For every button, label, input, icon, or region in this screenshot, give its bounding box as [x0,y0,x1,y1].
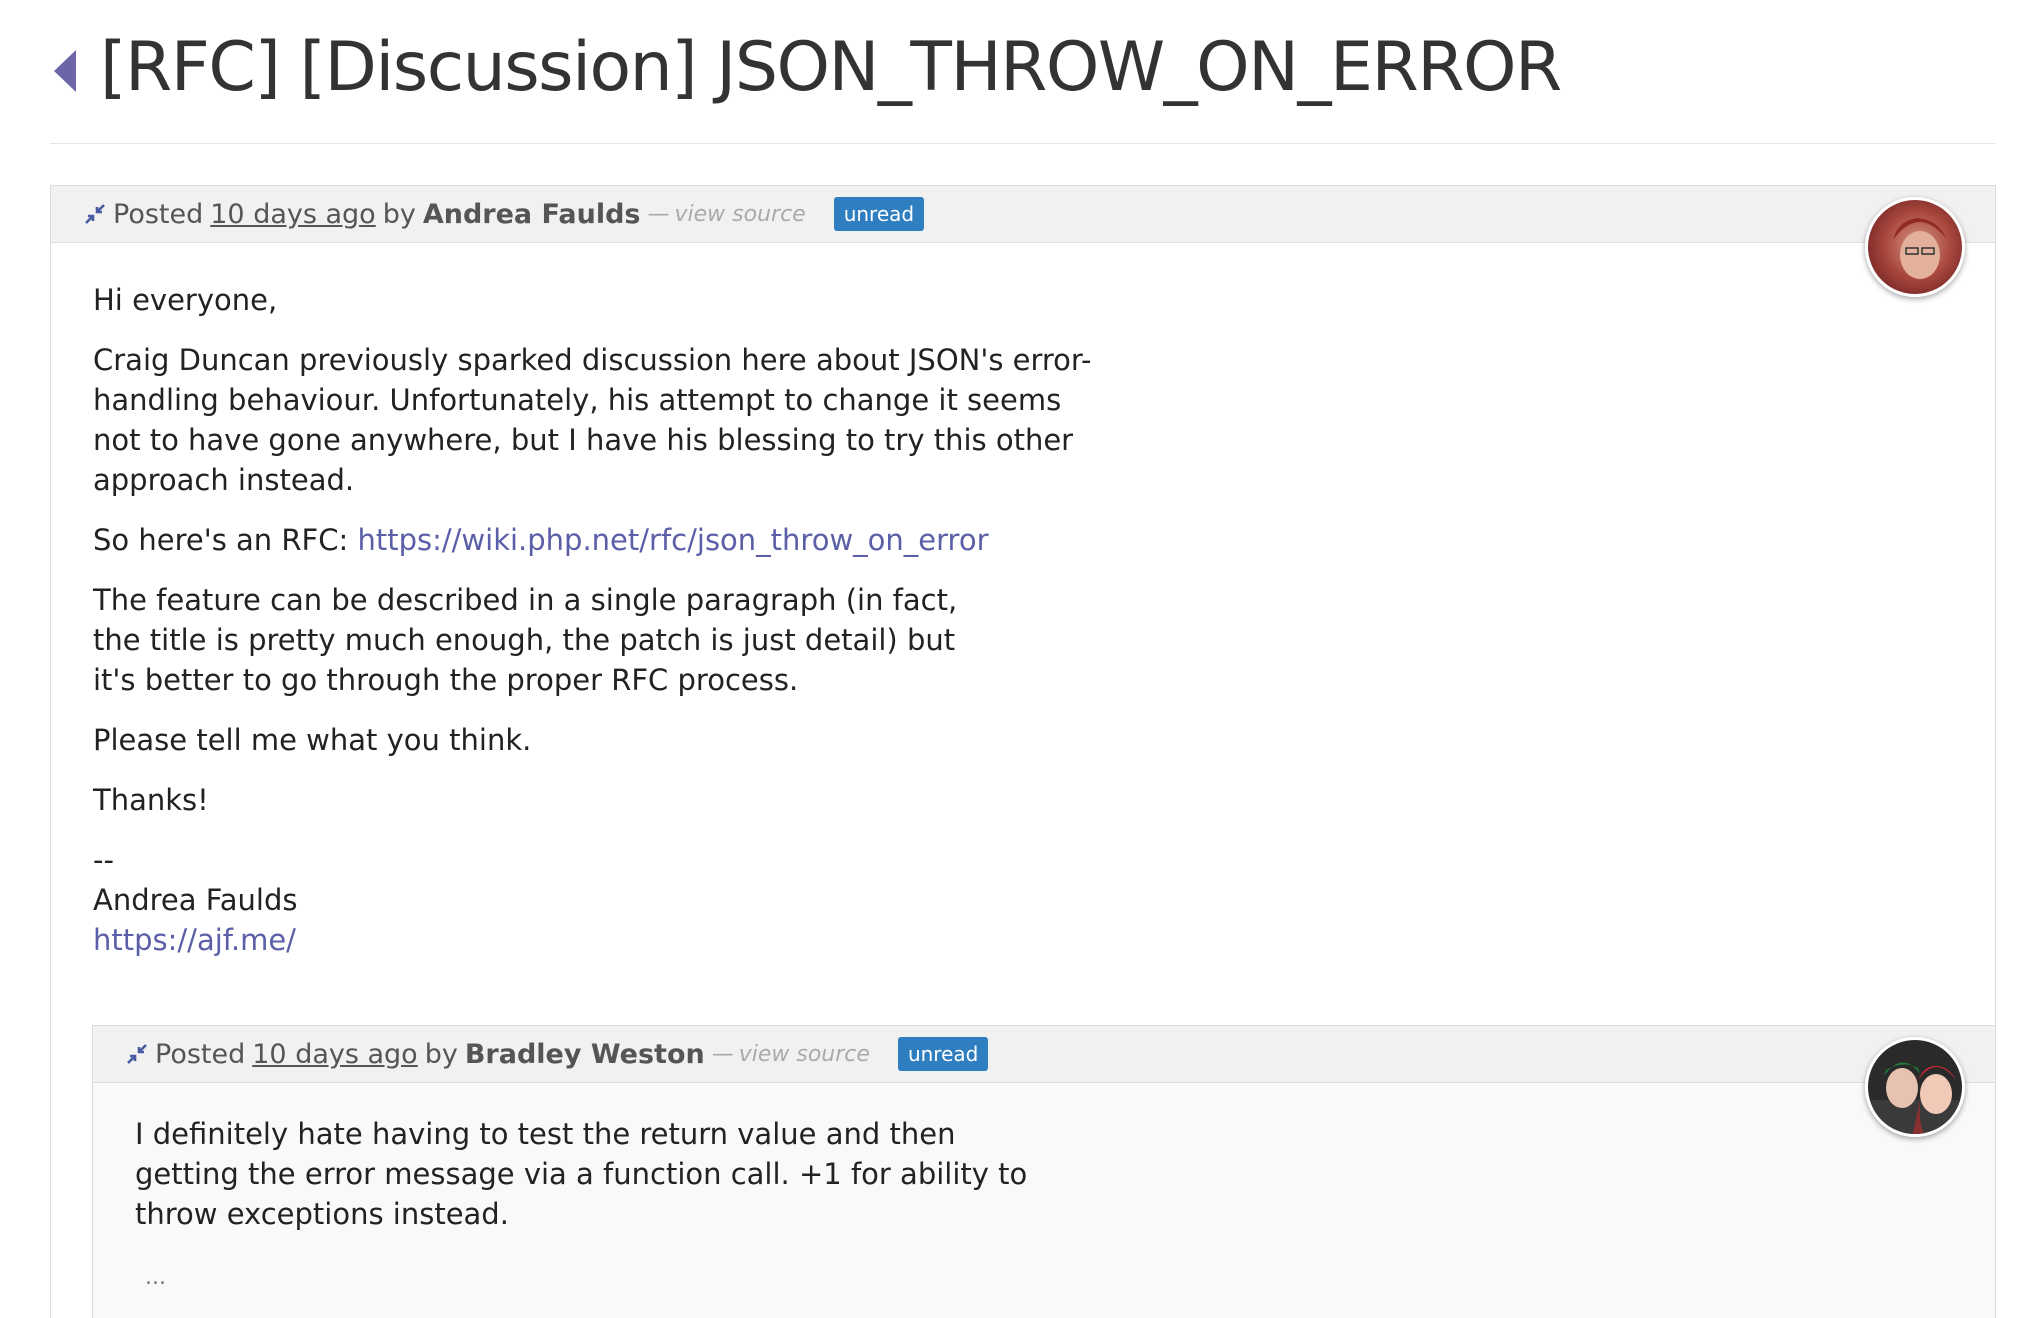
avatar[interactable] [1865,197,1965,297]
rfc-prefix: So here's an RFC: [93,523,349,557]
view-source-label: view source [674,201,806,227]
title-divider [50,143,1996,144]
unread-badge: unread [897,1037,989,1071]
post-time-link[interactable]: 10 days ago [210,199,375,230]
back-arrow-icon[interactable] [52,48,78,94]
post-header: Posted 10 days ago by Andrea Faulds — vie… [51,186,1995,243]
by-label: by [424,1038,458,1070]
post-greeting: Hi everyone, [93,283,278,317]
post-paragraph: The feature can be described in a single… [93,583,958,697]
signature-name: Andrea Faulds [93,883,298,917]
post-author[interactable]: Andrea Faulds [423,199,641,230]
post-author[interactable]: Bradley Weston [465,1039,705,1070]
post-thanks: Thanks! [93,783,209,817]
post-body: I definitely hate having to test the ret… [135,1114,1795,1298]
post-paragraph: Please tell me what you think. [93,723,532,757]
post-header: Posted 10 days ago by Bradley Weston — vi… [93,1026,1995,1083]
by-label: by [382,198,416,230]
show-more-ellipsis[interactable]: ... [145,1258,1795,1298]
view-source-label: view source [738,1041,870,1067]
signature-separator: -- [93,843,114,877]
title-row: [RFC] [Discussion] JSON_THROW_ON_ERROR [52,22,1562,114]
rfc-line: So here's an RFC: https://wiki.php.net/r… [93,520,1795,560]
post-reply: Posted 10 days ago by Bradley Weston — vi… [92,1025,1996,1318]
view-source-link[interactable]: — view source [712,1042,870,1067]
posted-label: Posted [113,198,204,230]
post-body: Hi everyone, Craig Duncan previously spa… [93,280,1795,960]
posted-label: Posted [155,1038,246,1070]
collapse-arrows-icon[interactable] [125,1042,149,1066]
thread-page: [RFC] [Discussion] JSON_THROW_ON_ERROR P… [0,0,2032,1318]
post-time-link[interactable]: 10 days ago [252,1039,417,1070]
unread-badge: unread [833,197,925,231]
post-paragraph: I definitely hate having to test the ret… [135,1117,1028,1231]
signature-link[interactable]: https://ajf.me/ [93,923,296,957]
collapse-arrows-icon[interactable] [83,202,107,226]
post-paragraph: Craig Duncan previously sparked discussi… [93,343,1092,497]
rfc-link[interactable]: https://wiki.php.net/rfc/json_throw_on_e… [357,523,988,557]
view-source-link[interactable]: — view source [648,202,806,227]
page-title: [RFC] [Discussion] JSON_THROW_ON_ERROR [100,28,1562,107]
avatar[interactable] [1865,1037,1965,1137]
signature: -- Andrea Faulds https://ajf.me/ [93,840,1795,960]
